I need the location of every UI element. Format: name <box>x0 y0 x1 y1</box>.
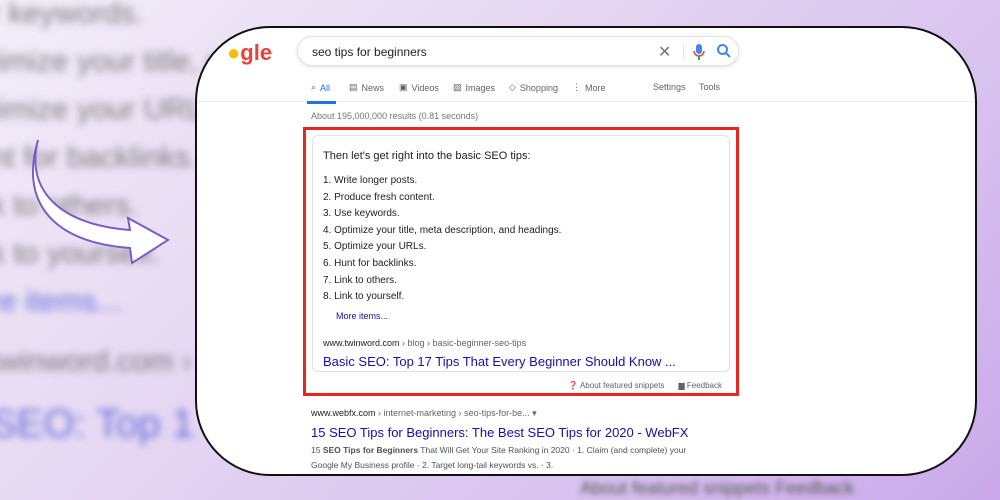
bg-bottom: About featured snippets Feedback <box>580 478 855 498</box>
tab-news[interactable]: ▤ News <box>349 82 384 93</box>
curved-arrow-icon <box>32 139 170 265</box>
result-snippet: 15 SEO Tips for Beginners That Will Get … <box>311 443 711 473</box>
search-tabs: ⌕ All ▤ News ▣ Videos ▨ Images ◇ Shopping ⋮ Mo… <box>197 78 975 104</box>
feedback-label: Feedback <box>686 381 722 390</box>
result-url: www.webfx.com › internet-marketing › seo… <box>311 408 711 419</box>
video-icon: ▣ <box>399 82 408 92</box>
tab-label: All <box>320 82 331 93</box>
more-items-link[interactable]: More items... <box>336 311 388 321</box>
search-result: www.webfx.com › internet-marketing › seo… <box>311 408 711 473</box>
result-domain: www.webfx.com <box>311 408 376 418</box>
tab-label: Videos <box>411 82 439 93</box>
snippet-domain: www.twinword.com <box>323 338 400 348</box>
clear-icon[interactable]: ✕ <box>658 42 671 62</box>
snippet-list: 1. Write longer posts. 2. Produce fresh … <box>323 175 561 308</box>
tag-icon: ◇ <box>509 82 516 92</box>
tab-label: Shopping <box>519 82 558 93</box>
snippet-url: www.twinword.com › blog › basic-beginner… <box>323 338 526 348</box>
tab-more[interactable]: ⋮ More <box>572 82 606 93</box>
settings-link[interactable]: Settings <box>653 82 686 92</box>
feedback-icon: ▆ <box>678 381 687 390</box>
list-item: 4. Optimize your title, meta description… <box>323 224 562 236</box>
search-icon[interactable] <box>716 43 732 59</box>
image-icon: ▨ <box>453 82 462 92</box>
tab-label: News <box>361 82 385 93</box>
result-stats: About 195,000,000 results (0.81 seconds) <box>311 111 479 121</box>
tab-all[interactable]: ⌕ All <box>306 82 337 104</box>
snippet-bold: SEO Tips for Beginners <box>322 445 419 455</box>
snippet-footer: ❓ About featured snippets ▆ Feedback <box>568 381 722 390</box>
snippet-heading: Then let's get right into the basic SEO … <box>323 150 531 162</box>
tab-videos[interactable]: ▣ Videos <box>399 82 439 93</box>
tab-images[interactable]: ▨ Images <box>453 82 495 93</box>
featured-snippet: Then let's get right into the basic SEO … <box>312 135 730 372</box>
google-logo[interactable]: ●gle <box>227 40 272 66</box>
tab-shopping[interactable]: ◇ Shopping <box>509 82 558 93</box>
more-vert-icon: ⋮ <box>572 82 581 92</box>
tab-label: More <box>585 82 606 93</box>
list-item: 3. Use keywords. <box>323 208 400 220</box>
featured-snippet-highlight: Then let's get right into the basic SEO … <box>303 127 739 396</box>
search-input[interactable]: seo tips for beginners <box>312 45 427 59</box>
snippet-path: › blog › basic-beginner-seo-tips <box>399 338 527 348</box>
list-item: 5. Optimize your URLs. <box>323 241 427 253</box>
snippet-title-link[interactable]: Basic SEO: Top 17 Tips That Every Beginn… <box>323 354 676 369</box>
bg-line: r keywords. <box>0 0 144 30</box>
about-snippets-link[interactable]: ❓ About featured snippets <box>568 381 664 390</box>
list-item: 2. Produce fresh content. <box>323 191 435 203</box>
snippet-text: 15 <box>311 445 323 455</box>
list-item: 8. Link to yourself. <box>323 291 405 303</box>
about-label: About featured snippets <box>579 381 665 390</box>
help-icon: ❓ <box>568 381 580 390</box>
list-item: 1. Write longer posts. <box>323 175 418 186</box>
search-box[interactable]: seo tips for beginners ✕ <box>297 36 739 66</box>
news-icon: ▤ <box>349 82 358 92</box>
list-item: 7. Link to others. <box>323 274 397 286</box>
tools-link[interactable]: Tools <box>699 82 720 92</box>
result-path[interactable]: › internet-marketing › seo-tips-for-be..… <box>376 408 537 418</box>
search-icon: ⌕ <box>311 82 317 92</box>
result-title-link[interactable]: 15 SEO Tips for Beginners: The Best SEO … <box>311 425 711 440</box>
divider <box>683 44 684 60</box>
microphone-icon[interactable] <box>693 43 705 61</box>
feedback-link[interactable]: ▆ Feedback <box>678 381 722 390</box>
list-item: 6. Hunt for backlinks. <box>323 257 417 269</box>
tab-label: Images <box>465 82 496 93</box>
search-results-card: ●gle seo tips for beginners ✕ ⌕ All ▤ News… <box>195 26 977 476</box>
